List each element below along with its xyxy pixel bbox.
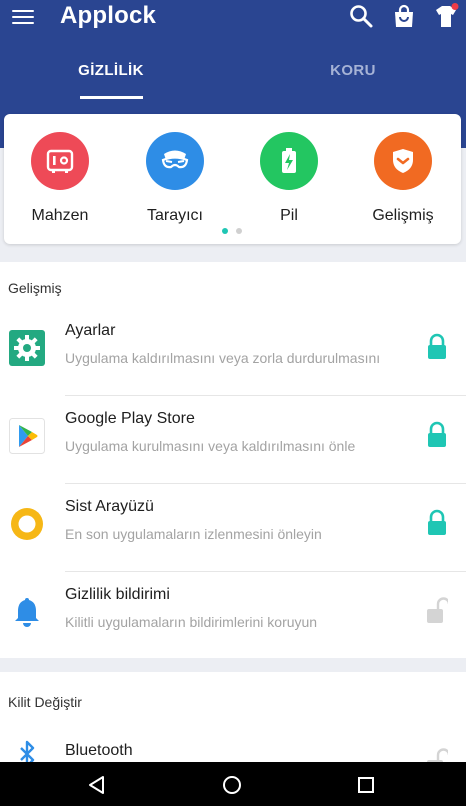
feature-browser[interactable]: Tarayıcı — [120, 132, 230, 225]
feature-carousel: Mahzen Tarayıcı Pil Gelişmiş — [4, 114, 461, 244]
app-title: Applock — [60, 2, 157, 29]
shopping-bag-icon[interactable] — [391, 3, 417, 29]
battery-icon — [260, 132, 318, 190]
recent-apps-icon[interactable] — [354, 774, 378, 796]
item-name: Google Play Store — [65, 410, 195, 427]
theme-shirt-icon[interactable] — [433, 3, 459, 29]
home-icon[interactable] — [220, 774, 244, 796]
lock-closed-icon[interactable] — [426, 509, 448, 537]
top-app-bar: Applock — [0, 0, 466, 36]
item-name: Sist Arayüzü — [65, 498, 154, 515]
play-store-icon — [9, 418, 45, 454]
list-item-privacy-notification[interactable]: Gizlilik bildirimi Kilitli uygulamaların… — [0, 572, 466, 660]
feature-vault[interactable]: Mahzen — [5, 132, 115, 225]
item-name: Ayarlar — [65, 322, 116, 339]
feature-battery[interactable]: Pil — [234, 132, 344, 225]
notification-bell-icon — [9, 594, 45, 630]
feature-label: Gelişmiş — [372, 207, 434, 224]
section-title: Gelişmiş — [8, 280, 62, 296]
tab-privacy[interactable]: GİZLİLİK — [31, 62, 191, 79]
item-name: Bluetooth — [65, 742, 133, 759]
settings-gear-icon — [9, 330, 45, 366]
section-title: Kilit Değiştir — [8, 694, 82, 710]
page-dot — [236, 228, 242, 234]
tab-bar: GİZLİLİK KORU — [0, 62, 466, 102]
lock-closed-icon[interactable] — [426, 421, 448, 449]
item-description: Uygulama kurulmasını veya kaldırılmasını… — [65, 438, 356, 454]
item-description: Uygulama kaldırılmasını veya zorla durdu… — [65, 350, 381, 366]
back-icon[interactable] — [85, 774, 109, 796]
feature-advanced[interactable]: Gelişmiş — [348, 132, 458, 225]
item-name: Gizlilik bildirimi — [65, 586, 170, 603]
list-item-play-store[interactable]: Google Play Store Uygulama kurulmasını v… — [0, 396, 466, 484]
tab-protect[interactable]: KORU — [273, 62, 433, 79]
feature-label: Pil — [280, 207, 298, 224]
active-tab-indicator — [80, 96, 143, 99]
shield-icon — [374, 132, 432, 190]
advanced-section: Gelişmiş Ayarlar Uygulama kaldırılmasını… — [0, 262, 466, 658]
item-description: Kilitli uygulamaların bildirimlerini kor… — [65, 614, 318, 630]
menu-icon[interactable] — [10, 6, 36, 28]
system-navigation-bar — [0, 762, 466, 806]
page-dot-active — [222, 228, 228, 234]
lock-closed-icon[interactable] — [426, 333, 448, 361]
item-description: En son uygulamaların izlenmesini önleyin — [65, 526, 322, 542]
feature-label: Tarayıcı — [146, 207, 203, 224]
feature-label: Mahzen — [31, 207, 89, 224]
incognito-mask-icon — [146, 132, 204, 190]
list-item-system-ui[interactable]: Sist Arayüzü En son uygulamaların izlenm… — [0, 484, 466, 572]
toggle-lock-section: Kilit Değiştir Bluetooth — [0, 672, 466, 774]
lock-open-icon[interactable] — [426, 597, 448, 625]
list-item-settings[interactable]: Ayarlar Uygulama kaldırılmasını veya zor… — [0, 308, 466, 396]
system-ui-icon — [9, 506, 45, 542]
search-icon[interactable] — [348, 3, 374, 29]
carousel-page-indicator — [222, 228, 252, 236]
vault-icon — [31, 132, 89, 190]
